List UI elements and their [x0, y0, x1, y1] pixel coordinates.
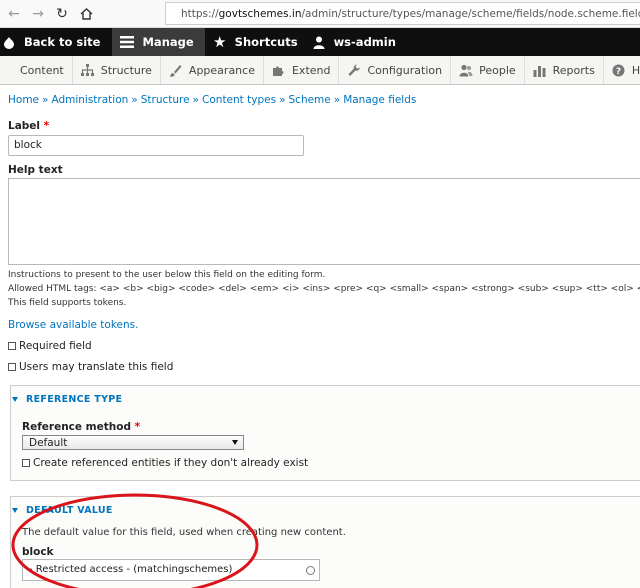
tray-label: Structure	[100, 63, 152, 77]
user-tab[interactable]: ws-admin	[310, 28, 404, 56]
structure-icon	[81, 63, 95, 77]
user-icon	[310, 36, 328, 49]
translate-field-checkbox-row: Users may translate this field	[8, 361, 173, 373]
address-bar[interactable]: https://govtschemes.in/admin/structure/t…	[165, 2, 640, 25]
breadcrumb-administration[interactable]: Administration	[51, 94, 128, 106]
reference-type-title: REFERENCE TYPE	[26, 394, 123, 405]
help-text-textarea[interactable]	[8, 178, 640, 265]
reload-icon[interactable]: ↻	[52, 4, 72, 24]
breadcrumb-separator: »	[42, 94, 49, 106]
label-input[interactable]: block	[8, 135, 304, 156]
drupal-drop-icon	[0, 36, 18, 49]
svg-text:?: ?	[616, 67, 621, 77]
home-icon[interactable]	[76, 4, 96, 24]
reference-type-legend[interactable]: REFERENCE TYPE	[12, 394, 122, 405]
tray-label: Appearance	[188, 63, 255, 77]
forward-arrow-icon[interactable]: →	[28, 4, 48, 24]
browse-tokens-link[interactable]: Browse available tokens.	[8, 319, 138, 331]
default-value-title: DEFAULT VALUE	[26, 505, 113, 516]
breadcrumb-separator: »	[279, 94, 286, 106]
url-path: /admin/structure/types/manage/scheme/fie…	[301, 7, 640, 20]
allowed-tags-description: Allowed HTML tags: <a> <b> <big> <code> …	[8, 284, 640, 294]
default-value-description: The default value for this field, used w…	[22, 527, 346, 538]
create-entities-checkbox-row: Create referenced entities if they don't…	[22, 457, 308, 469]
star-icon: ★	[212, 33, 227, 51]
required-field-label: Required field	[19, 340, 92, 352]
browser-toolbar: ← → ↻ https://govtschemes.in/admin/struc…	[0, 0, 640, 28]
required-field-checkbox[interactable]	[8, 342, 16, 350]
tokens-description: This field supports tokens.	[8, 298, 127, 308]
wrench-icon	[347, 63, 361, 77]
admin-tray: Content Structure Appearance Extend Conf…	[0, 56, 640, 85]
default-value-legend[interactable]: DEFAULT VALUE	[12, 505, 113, 516]
breadcrumb-scheme[interactable]: Scheme	[289, 94, 331, 106]
tray-structure[interactable]: Structure	[73, 56, 161, 84]
manage-label: Manage	[142, 35, 194, 49]
breadcrumb: Home» Administration» Structure» Content ty…	[8, 94, 416, 106]
url-host: govtschemes.in	[218, 7, 302, 20]
breadcrumb-separator: »	[131, 94, 138, 106]
tray-label: Content	[20, 63, 64, 77]
reference-method-select[interactable]: Default	[22, 435, 244, 450]
shortcuts-tab[interactable]: ★ Shortcuts	[211, 28, 306, 56]
help-description: Instructions to present to the user belo…	[8, 270, 326, 280]
collapse-triangle-icon	[12, 508, 18, 513]
required-field-checkbox-row: Required field	[8, 340, 92, 352]
breadcrumb-content-types[interactable]: Content types	[202, 94, 276, 106]
tray-label: Help	[631, 63, 640, 77]
tray-label: People	[479, 63, 516, 77]
dropdown-arrow-icon	[232, 440, 238, 445]
breadcrumb-separator: »	[192, 94, 200, 106]
reference-method-label: Reference method *	[22, 421, 140, 433]
breadcrumb-structure[interactable]: Structure	[141, 94, 190, 106]
tray-configuration[interactable]: Configuration	[339, 56, 452, 84]
tray-extend[interactable]: Extend	[264, 56, 340, 84]
help-icon: ?	[612, 63, 626, 77]
label-text: Label	[8, 120, 41, 132]
back-arrow-icon[interactable]: ←	[4, 4, 24, 24]
paintbrush-icon	[169, 63, 183, 77]
tray-label: Reports	[552, 63, 595, 77]
shortcuts-label: Shortcuts	[234, 35, 298, 49]
required-marker: *	[43, 120, 50, 132]
bar-chart-icon	[533, 63, 547, 77]
tray-help[interactable]: ? Help	[604, 56, 640, 84]
tray-content[interactable]: Content	[0, 56, 73, 84]
user-label: ws-admin	[333, 35, 396, 49]
tray-label: Extend	[291, 63, 331, 77]
required-marker: *	[134, 421, 141, 433]
tray-appearance[interactable]: Appearance	[161, 56, 264, 84]
url-prefix: https://	[181, 7, 219, 20]
create-entities-label: Create referenced entities if they don't…	[33, 457, 309, 469]
breadcrumb-manage-fields[interactable]: Manage fields	[343, 94, 416, 106]
help-text-label: Help text	[8, 164, 63, 176]
label-field-label: Label *	[8, 120, 49, 132]
content-icon	[0, 63, 14, 77]
people-icon	[459, 63, 473, 77]
manage-tab[interactable]: Manage	[112, 28, 205, 56]
autocomplete-throbber-icon	[306, 566, 315, 575]
back-to-site-label: Back to site	[24, 35, 101, 49]
collapse-triangle-icon	[12, 397, 18, 402]
admin-toolbar: Back to site Manage ★ Shortcuts ws-admin	[0, 28, 640, 56]
reference-method-text: Reference method	[22, 421, 131, 433]
tray-reports[interactable]: Reports	[525, 56, 604, 84]
breadcrumb-home[interactable]: Home	[8, 94, 39, 106]
translate-field-checkbox[interactable]	[8, 363, 16, 371]
menu-icon	[118, 36, 136, 48]
reference-method-value: Default	[29, 436, 68, 449]
breadcrumb-separator: »	[333, 94, 341, 106]
block-autocomplete-value: - Restricted access - (matchingschemes)	[29, 564, 233, 575]
block-field-label: block	[22, 546, 54, 558]
tray-label: Configuration	[367, 63, 443, 77]
block-autocomplete-input[interactable]: - Restricted access - (matchingschemes)	[22, 559, 320, 581]
back-to-site-link[interactable]: Back to site	[0, 28, 108, 56]
tray-people[interactable]: People	[451, 56, 525, 84]
create-entities-checkbox[interactable]	[22, 459, 30, 467]
translate-field-label: Users may translate this field	[19, 361, 174, 373]
puzzle-icon	[272, 63, 286, 77]
